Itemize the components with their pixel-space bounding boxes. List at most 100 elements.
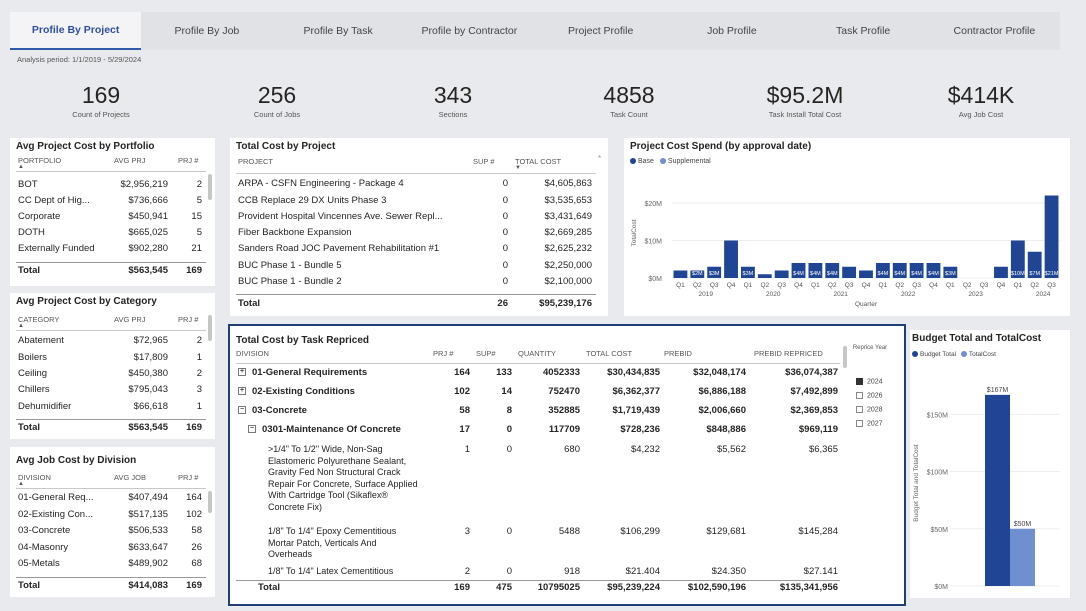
- col-header[interactable]: PRJ #: [178, 315, 198, 324]
- tab-contractor-profile[interactable]: Contractor Profile: [929, 12, 1060, 50]
- col-header[interactable]: PRJ #: [178, 473, 198, 482]
- col-header[interactable]: SUP #: [473, 157, 495, 166]
- task-cell: $24,350: [711, 566, 746, 574]
- tab-task-profile[interactable]: Task Profile: [798, 12, 929, 50]
- tab-job-profile[interactable]: Job Profile: [666, 12, 797, 50]
- task-cell: $36,074,387: [785, 367, 838, 378]
- bar[interactable]: [724, 240, 738, 279]
- bar[interactable]: [673, 270, 688, 279]
- slicer-option-label: 2024: [867, 378, 883, 386]
- slicer-option-2027[interactable]: 2027: [856, 420, 883, 427]
- total-value: $563,545: [128, 265, 168, 276]
- year-label: 2019: [699, 291, 714, 298]
- more-options-icon[interactable]: *: [598, 154, 601, 163]
- slicer-option-2024[interactable]: 2024: [856, 378, 883, 385]
- bar[interactable]: [1010, 528, 1035, 586]
- col-header[interactable]: TOTAL COST: [515, 157, 561, 166]
- sort-arrow-icon[interactable]: ▼: [515, 165, 521, 171]
- cell: Ceiling: [18, 368, 48, 379]
- task-cell: 8: [506, 405, 512, 416]
- col-header[interactable]: PROJECT: [238, 157, 273, 166]
- cell: 1: [196, 352, 202, 363]
- col-header[interactable]: QUANTITY: [518, 349, 556, 358]
- checkbox-checked-icon[interactable]: [856, 378, 863, 385]
- bar[interactable]: [757, 274, 772, 278]
- total-count: 169: [186, 422, 202, 433]
- cell: $736,666: [128, 195, 168, 206]
- sort-arrow-icon[interactable]: ▲: [18, 323, 24, 329]
- scrollbar[interactable]: [208, 491, 212, 513]
- cell: CCB Replace 29 DX Units Phase 3: [238, 195, 387, 206]
- task-cell: $848,886: [706, 424, 746, 435]
- tab-profile-by-job[interactable]: Profile By Job: [141, 12, 272, 50]
- budget-chart: $150M $100M $50M $0M Budget Total and TotalC…: [913, 387, 1060, 591]
- collapse-icon[interactable]: −: [248, 425, 256, 434]
- total-label: Total: [18, 422, 40, 433]
- x-tick-label: Q1: [1013, 282, 1022, 289]
- expand-icon[interactable]: +: [238, 387, 246, 396]
- kpi-value: 4858: [603, 82, 655, 108]
- x-tick-label: Q2: [1030, 282, 1039, 289]
- tab-profile-by-contractor[interactable]: Profile by Contractor: [404, 12, 535, 50]
- total-label: Total: [258, 582, 280, 593]
- task-cell: $129,681: [706, 526, 746, 537]
- col-header[interactable]: AVG PRJ: [114, 315, 146, 324]
- bar[interactable]: [842, 266, 857, 278]
- col-header[interactable]: DIVISION: [236, 349, 269, 358]
- col-header[interactable]: AVG PRJ: [114, 156, 146, 165]
- cell: 0: [502, 227, 508, 238]
- task-cell: 17: [459, 424, 470, 435]
- total-prebid-repriced: $135,341,956: [779, 582, 838, 593]
- col-header[interactable]: PREBID REPRICED: [754, 349, 823, 358]
- total-count: 169: [186, 265, 202, 276]
- cell: $2,100,000: [544, 276, 592, 287]
- col-header[interactable]: CATEGORY: [18, 315, 59, 324]
- cell: ARPA - CSFN Engineering - Package 4: [238, 178, 404, 189]
- col-header[interactable]: PREBID: [664, 349, 692, 358]
- task-cell: $6,362,377: [612, 386, 660, 397]
- bar[interactable]: [859, 270, 873, 279]
- col-header[interactable]: PRJ #: [433, 349, 453, 358]
- checkbox-icon[interactable]: [856, 406, 863, 413]
- col-header[interactable]: SUP#: [476, 349, 496, 358]
- bar-value-label: $4M: [928, 271, 939, 277]
- x-tick-label: Q2: [963, 282, 972, 289]
- collapse-icon[interactable]: −: [238, 406, 246, 415]
- scrollbar[interactable]: [843, 346, 847, 368]
- division-table: Avg Job Cost by Division DIVISION AVG JO…: [10, 447, 215, 597]
- tab-profile-by-project[interactable]: Profile By Project: [10, 12, 142, 50]
- slicer-option-2028[interactable]: 2028: [856, 406, 883, 413]
- task-cell: $27,141: [803, 566, 838, 574]
- bar[interactable]: [985, 394, 1010, 586]
- checkbox-icon[interactable]: [856, 392, 863, 399]
- bar-value-label: $2M: [692, 271, 703, 277]
- bar[interactable]: [1044, 195, 1059, 279]
- col-header[interactable]: TOTAL COST: [586, 349, 632, 358]
- tab-profile-by-task[interactable]: Profile By Task: [273, 12, 404, 50]
- bar-value-label: $4M: [827, 271, 838, 277]
- cell: Provident Hospital Vincennes Ave. Sewer …: [238, 211, 443, 222]
- slicer-option-2026[interactable]: 2026: [856, 392, 883, 399]
- scrollbar[interactable]: [208, 315, 212, 341]
- col-header[interactable]: PRJ #: [178, 156, 198, 165]
- kpi-count-of-projects: 169 Count of Projects: [26, 83, 176, 119]
- task-repriced-table: Total Cost by Task Repriced DIVISION PRJ…: [228, 324, 906, 606]
- kpi-label: Sections: [438, 110, 468, 119]
- scrollbar[interactable]: [208, 174, 212, 200]
- total-value: $414,083: [128, 580, 168, 591]
- total-quantity: 10795025: [537, 582, 580, 593]
- col-header[interactable]: PORTFOLIO: [18, 156, 61, 165]
- bar[interactable]: [994, 266, 1008, 278]
- col-header[interactable]: AVG JOB: [114, 473, 146, 482]
- x-tick-label: Q1: [811, 282, 820, 289]
- sort-arrow-icon[interactable]: ▲: [18, 164, 24, 170]
- cell: Externally Funded: [18, 243, 95, 254]
- expand-icon[interactable]: +: [238, 368, 246, 377]
- tab-project-profile[interactable]: Project Profile: [535, 12, 666, 50]
- year-label: 2024: [1036, 291, 1051, 298]
- kpi-value: $95.2M: [766, 82, 844, 108]
- sort-arrow-icon[interactable]: ▲: [18, 481, 24, 487]
- checkbox-icon[interactable]: [856, 420, 863, 427]
- kpi-value: 169: [81, 82, 121, 108]
- bar[interactable]: [774, 270, 789, 279]
